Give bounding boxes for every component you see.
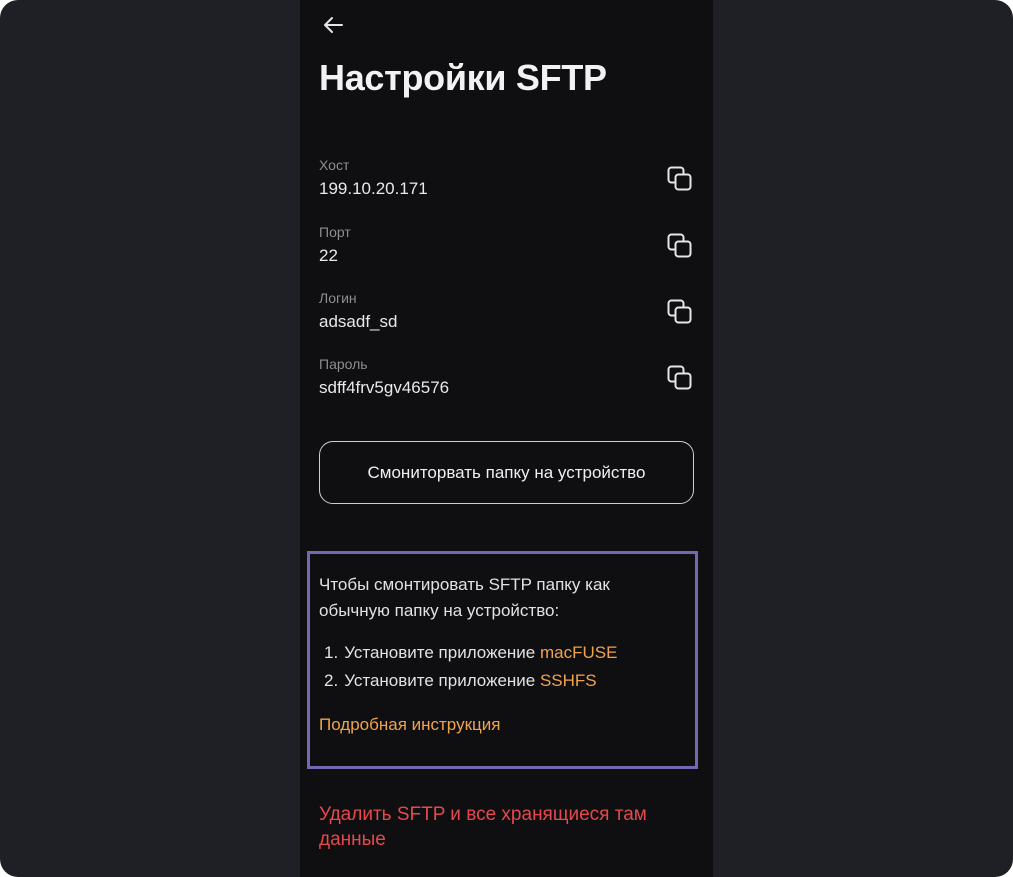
login-value: adsadf_sd [319,312,398,331]
instruction-step: 2. Установите приложение SSHFS [324,671,597,691]
host-label: Хост [319,157,350,173]
copy-icon [667,365,692,390]
instructions-intro: Чтобы смонтировать SFTP папку как обычну… [319,575,610,620]
arrow-left-icon [324,17,343,33]
instruction-step: 1. Установите приложение macFUSE [324,643,617,663]
mount-folder-button[interactable]: Смониторвать папку на устройство [319,441,694,504]
copy-icon [667,233,692,258]
delete-sftp-link[interactable]: Удалить SFTP и все хранящиеся там данные [319,802,699,852]
settings-panel: Настройки SFTP Хост 199.10.20.171 Порт 2… [300,0,713,877]
password-field: Пароль sdff4frv5gv46576 [319,356,694,412]
host-value: 199.10.20.171 [319,179,428,198]
login-label: Логин [319,290,357,306]
step-text: Установите приложение [344,671,540,690]
macfuse-link[interactable]: macFUSE [540,643,617,662]
back-button[interactable] [320,12,346,38]
page-title: Настройки SFTP [319,57,607,98]
password-value: sdff4frv5gv46576 [319,378,450,397]
port-label: Порт [319,224,351,240]
mount-instructions-box: Чтобы смонтировать SFTP папку как обычну… [307,551,698,769]
port-field: Порт 22 [319,224,694,280]
step-number: 1. [324,643,339,662]
login-field: Логин adsadf_sd [319,290,694,346]
copy-icon [667,166,692,191]
copy-port-button[interactable] [666,232,694,260]
copy-icon [667,299,692,324]
sshfs-link[interactable]: SSHFS [540,671,597,690]
copy-password-button[interactable] [666,364,694,392]
copy-host-button[interactable] [666,165,694,193]
step-number: 2. [324,671,339,690]
copy-login-button[interactable] [666,298,694,326]
host-field: Хост 199.10.20.171 [319,157,694,213]
port-value: 22 [319,246,338,265]
detailed-guide-link[interactable]: Подробная инструкция [319,715,500,735]
password-label: Пароль [319,356,368,372]
window-frame: Настройки SFTP Хост 199.10.20.171 Порт 2… [0,0,1013,877]
step-text: Установите приложение [344,643,540,662]
